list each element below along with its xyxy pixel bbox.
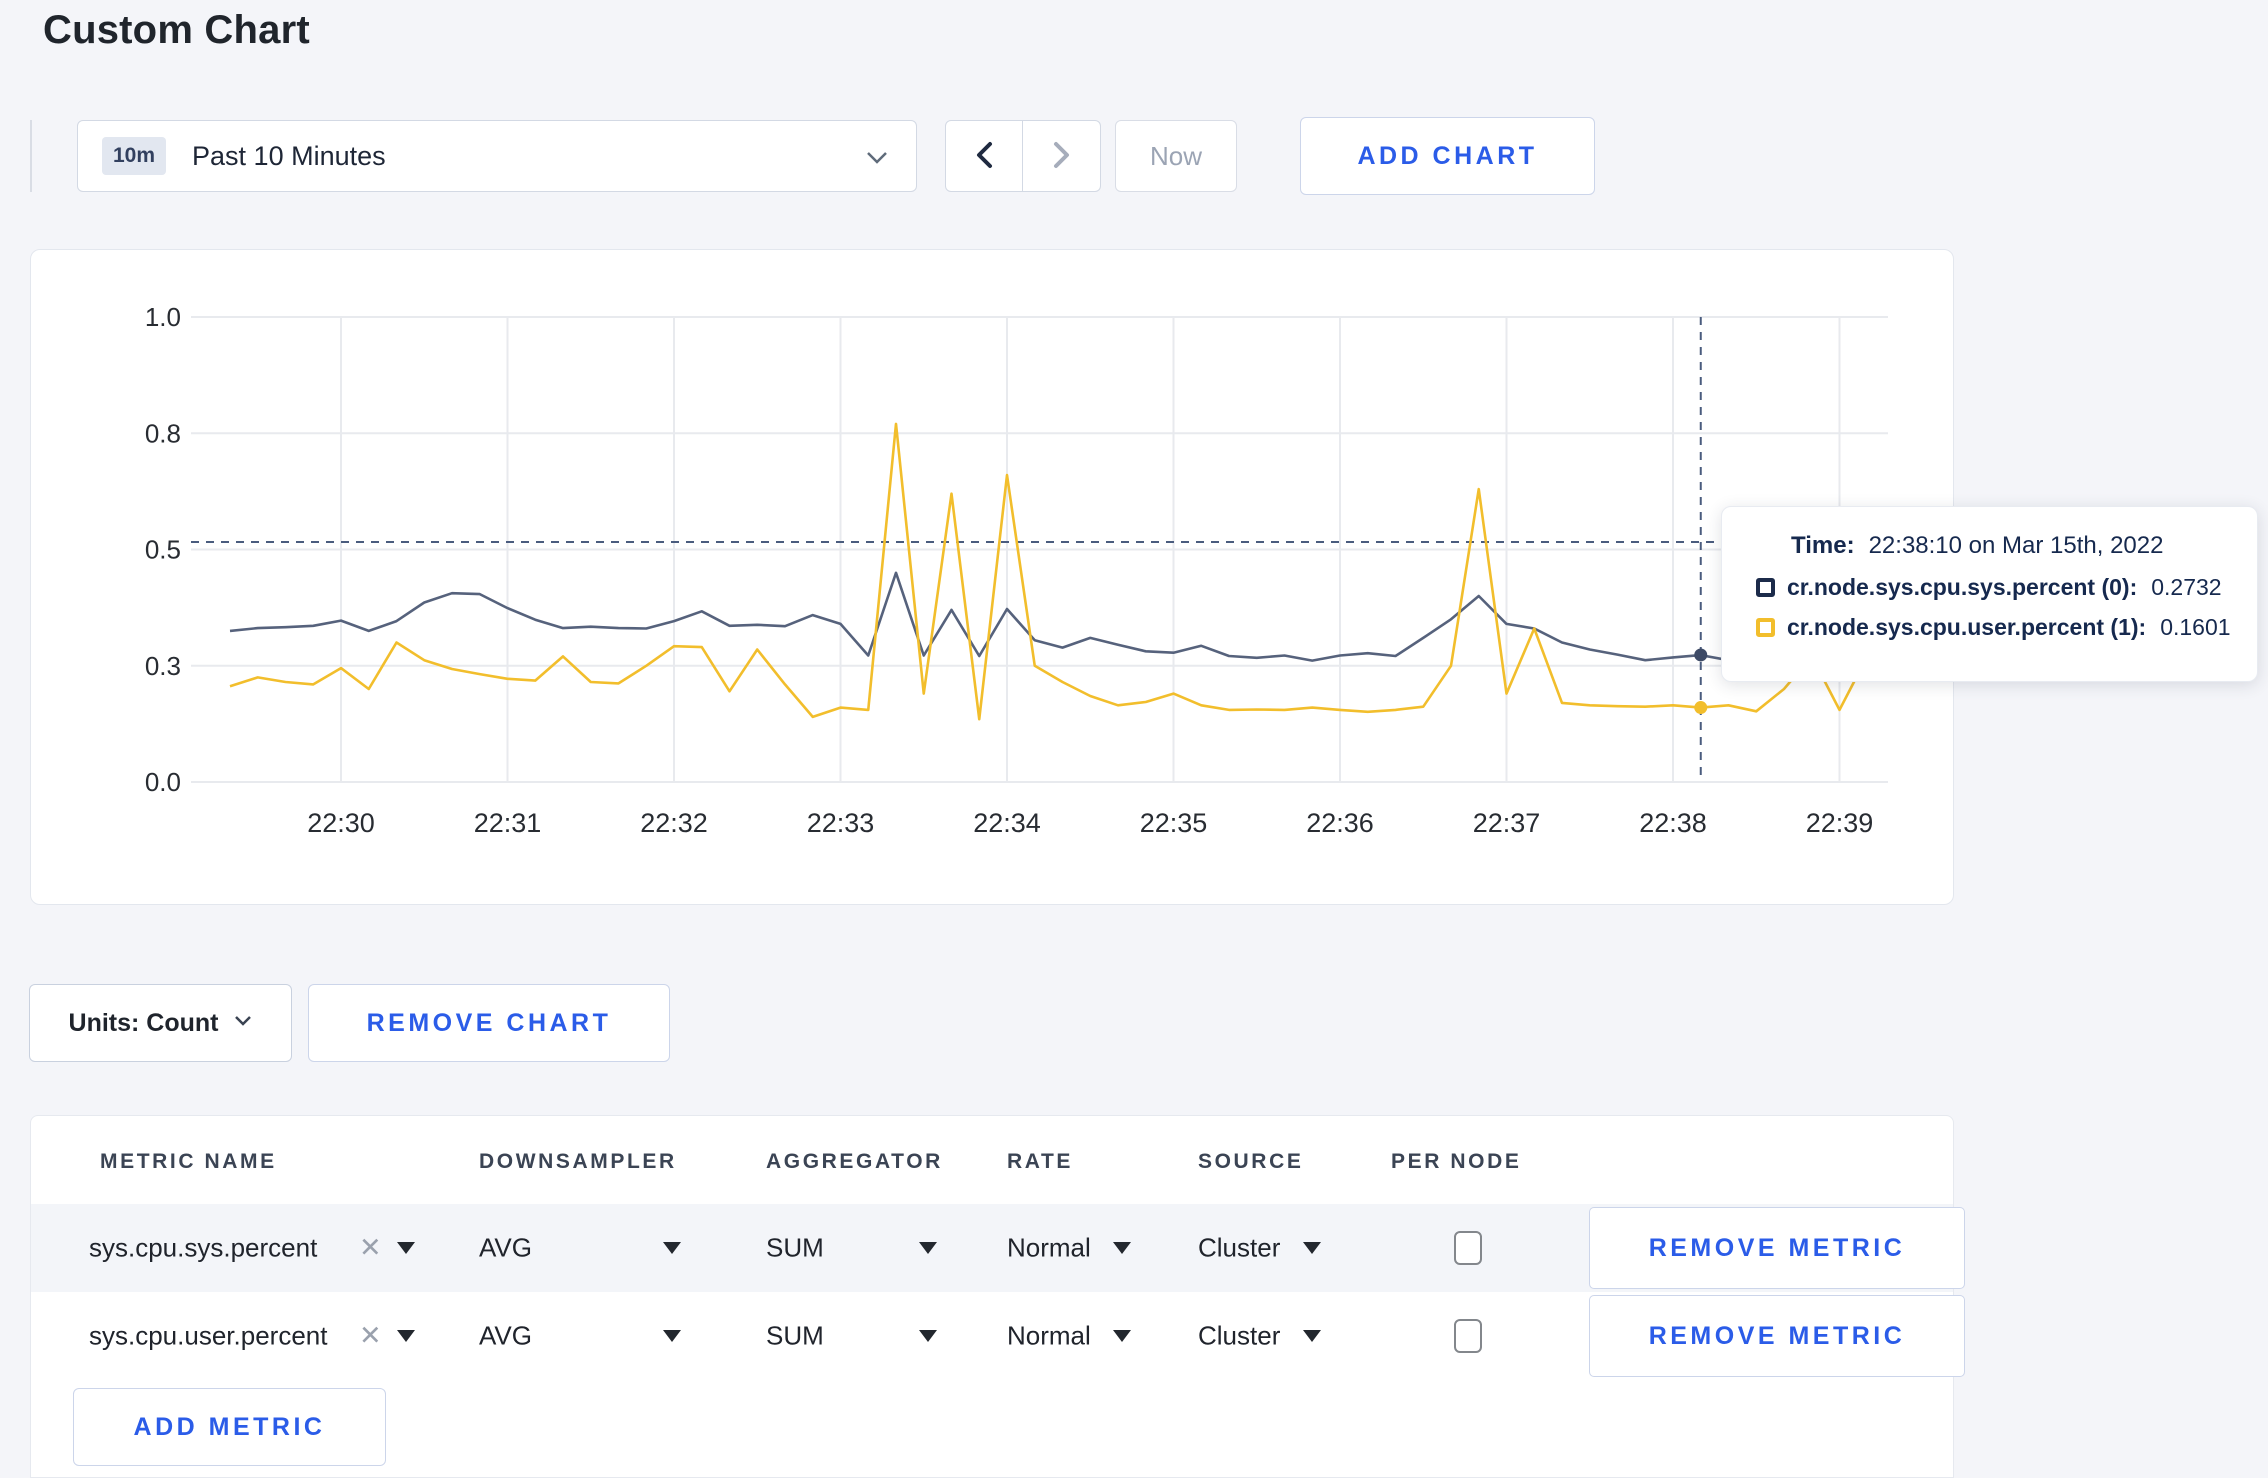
svg-text:0.3: 0.3 <box>145 651 181 681</box>
column-header-per-node: PER NODE <box>1391 1150 1522 1173</box>
remove-chart-button[interactable]: REMOVE CHART <box>308 984 670 1062</box>
tooltip-time-value: 22:38:10 on Mar 15th, 2022 <box>1868 532 2164 559</box>
remove-x-icon[interactable]: ✕ <box>359 1233 382 1264</box>
svg-text:1.0: 1.0 <box>145 302 181 332</box>
caret-down-icon[interactable] <box>663 1242 681 1254</box>
tooltip-time: Time: 22:38:10 on Mar 15th, 2022 <box>1791 532 2237 560</box>
page-title: Custom Chart <box>43 8 310 52</box>
svg-text:0.8: 0.8 <box>145 418 181 448</box>
series-swatch-sys-icon <box>1756 578 1775 597</box>
svg-text:22:33: 22:33 <box>807 808 875 838</box>
column-header-aggregator: AGGREGATOR <box>766 1150 943 1173</box>
svg-text:22:35: 22:35 <box>1140 808 1208 838</box>
column-header-metric-name: METRIC NAME <box>100 1150 277 1173</box>
time-nav-group <box>945 120 1101 192</box>
caret-down-icon[interactable] <box>919 1330 937 1342</box>
metric-name-value[interactable]: sys.cpu.user.percent <box>89 1321 327 1352</box>
per-node-checkbox[interactable] <box>1454 1319 1482 1353</box>
tooltip-time-label: Time: <box>1791 532 1855 559</box>
series-swatch-user-icon <box>1756 618 1775 637</box>
caret-down-icon[interactable] <box>1113 1330 1131 1342</box>
metric-name-value[interactable]: sys.cpu.sys.percent <box>89 1233 317 1264</box>
tooltip-series-value: 0.1601 <box>2160 614 2231 640</box>
metrics-table: METRIC NAME DOWNSAMPLER AGGREGATOR RATE … <box>30 1115 1965 1478</box>
metrics-table-header: METRIC NAME DOWNSAMPLER AGGREGATOR RATE … <box>31 1116 1953 1204</box>
svg-text:22:30: 22:30 <box>307 808 375 838</box>
svg-text:0.5: 0.5 <box>145 535 181 565</box>
rate-select[interactable]: Normal <box>1007 1321 1091 1352</box>
per-node-checkbox[interactable] <box>1454 1231 1482 1265</box>
chart-tooltip: Time: 22:38:10 on Mar 15th, 2022 cr.node.… <box>1721 506 2258 682</box>
chevron-down-icon <box>866 151 888 170</box>
chevron-left-icon <box>975 141 993 172</box>
svg-text:22:39: 22:39 <box>1806 808 1874 838</box>
tooltip-series-name: cr.node.sys.cpu.sys.percent (0): <box>1787 574 2138 600</box>
svg-text:22:36: 22:36 <box>1306 808 1374 838</box>
units-label: Units: Count <box>68 1008 219 1037</box>
column-header-rate: RATE <box>1007 1150 1074 1173</box>
caret-down-icon[interactable] <box>397 1330 415 1342</box>
now-button[interactable]: Now <box>1115 120 1237 192</box>
time-range-dropdown[interactable]: 10m Past 10 Minutes <box>77 120 917 192</box>
svg-text:22:32: 22:32 <box>640 808 708 838</box>
svg-text:22:31: 22:31 <box>474 808 542 838</box>
caret-down-icon[interactable] <box>1303 1242 1321 1254</box>
units-dropdown[interactable]: Units: Count <box>29 984 292 1062</box>
svg-text:22:34: 22:34 <box>973 808 1041 838</box>
source-select[interactable]: Cluster <box>1198 1321 1280 1352</box>
chevron-down-icon <box>234 1014 252 1032</box>
chart-card: 1.0 0.8 0.5 0.3 0.0 22:30 22:31 22:32 22:33 22:34… <box>30 249 1954 905</box>
caret-down-icon[interactable] <box>1303 1330 1321 1342</box>
remove-x-icon[interactable]: ✕ <box>359 1321 382 1352</box>
caret-down-icon[interactable] <box>663 1330 681 1342</box>
chevron-right-icon <box>1053 141 1071 172</box>
add-chart-button[interactable]: ADD CHART <box>1300 117 1595 195</box>
svg-text:0.0: 0.0 <box>145 767 181 797</box>
time-range-badge: 10m <box>102 137 167 175</box>
column-header-source: SOURCE <box>1198 1150 1304 1173</box>
svg-text:22:37: 22:37 <box>1473 808 1541 838</box>
tooltip-series-name: cr.node.sys.cpu.user.percent (1): <box>1787 614 2147 640</box>
rate-select[interactable]: Normal <box>1007 1233 1091 1264</box>
custom-chart-page: Custom Chart 10m Past 10 Minutes Now ADD… <box>0 0 2268 1478</box>
column-header-downsampler: DOWNSAMPLER <box>479 1150 677 1173</box>
source-select[interactable]: Cluster <box>1198 1233 1280 1264</box>
next-time-button[interactable] <box>1023 120 1101 192</box>
aggregator-select[interactable]: SUM <box>766 1233 824 1264</box>
remove-metric-button[interactable]: REMOVE METRIC <box>1589 1207 1965 1289</box>
table-row: sys.cpu.sys.percent ✕ AVG SUM Normal Clu… <box>31 1204 1965 1292</box>
toolbar-divider <box>30 120 32 192</box>
caret-down-icon[interactable] <box>1113 1242 1131 1254</box>
aggregator-select[interactable]: SUM <box>766 1321 824 1352</box>
remove-metric-button[interactable]: REMOVE METRIC <box>1589 1295 1965 1377</box>
time-range-label: Past 10 Minutes <box>192 140 386 171</box>
add-metric-button[interactable]: ADD METRIC <box>73 1388 386 1466</box>
downsampler-select[interactable]: AVG <box>479 1321 532 1352</box>
tooltip-series-value: 0.2732 <box>2151 574 2222 600</box>
downsampler-select[interactable]: AVG <box>479 1233 532 1264</box>
tooltip-series-row: cr.node.sys.cpu.user.percent (1): 0.1601 <box>1756 614 2237 641</box>
prev-time-button[interactable] <box>945 120 1023 192</box>
tooltip-series-row: cr.node.sys.cpu.sys.percent (0): 0.2732 <box>1756 574 2237 601</box>
svg-text:22:38: 22:38 <box>1639 808 1707 838</box>
caret-down-icon[interactable] <box>397 1242 415 1254</box>
caret-down-icon[interactable] <box>919 1242 937 1254</box>
table-row: sys.cpu.user.percent ✕ AVG SUM Normal Cl… <box>31 1292 1965 1380</box>
line-chart[interactable]: 1.0 0.8 0.5 0.3 0.0 22:30 22:31 22:32 22:33 22:34… <box>31 250 1953 904</box>
